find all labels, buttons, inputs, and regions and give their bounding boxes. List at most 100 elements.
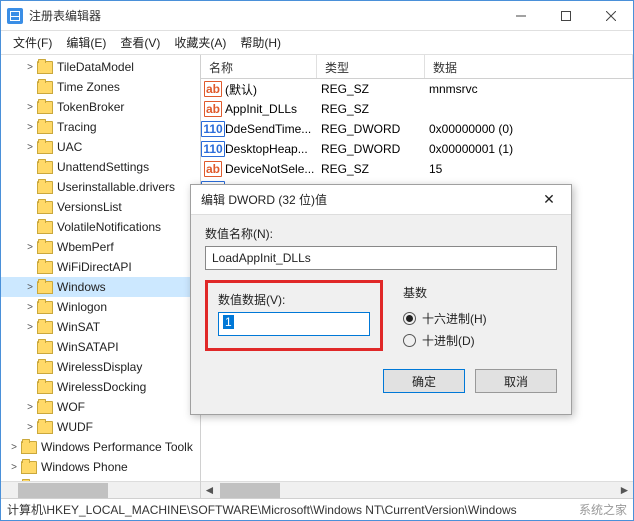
maximize-button[interactable]	[543, 1, 588, 30]
tree-item[interactable]: >Tracing	[1, 117, 200, 137]
radio-dec[interactable]: 十进制(D)	[403, 329, 487, 351]
tree-hscrollbar[interactable]	[1, 481, 200, 498]
menu-edit[interactable]: 编辑(E)	[60, 32, 112, 53]
col-name[interactable]: 名称	[201, 55, 317, 78]
tree-item-label: WOF	[57, 400, 85, 414]
dialog-close-button[interactable]: ✕	[537, 191, 561, 208]
value-data-input[interactable]: 1	[218, 312, 370, 336]
value-type: REG_DWORD	[317, 122, 425, 136]
folder-icon	[37, 401, 53, 414]
value-type: REG_SZ	[317, 162, 425, 176]
tree-item[interactable]: Userinstallable.drivers	[1, 177, 200, 197]
tree-item-label: UnattendSettings	[57, 160, 149, 174]
folder-icon	[37, 241, 53, 254]
expander-icon[interactable]: >	[23, 322, 37, 333]
value-type: REG_SZ	[317, 102, 425, 116]
cancel-button[interactable]: 取消	[475, 369, 557, 393]
value-row[interactable]: 110 DdeSendTime... REG_DWORD0x00000000 (0)	[201, 119, 633, 139]
tree-item-label: VersionsList	[57, 200, 122, 214]
list-hscrollbar[interactable]: ◄ ►	[201, 481, 633, 498]
expander-icon[interactable]: >	[23, 402, 37, 413]
tree-item[interactable]: > WOF	[1, 397, 200, 417]
tree-item[interactable]: >WinSAT	[1, 317, 200, 337]
reg-sz-icon: ab	[205, 101, 221, 117]
tree-pane[interactable]: > TileDataModel Time Zones>TokenBroker>Tra…	[1, 55, 201, 498]
expander-icon[interactable]: >	[7, 462, 21, 473]
tree-item[interactable]: WiFiDirectAPI	[1, 257, 200, 277]
expander-icon[interactable]: >	[23, 62, 37, 73]
menu-view[interactable]: 查看(V)	[114, 32, 166, 53]
menubar: 文件(F) 编辑(E) 查看(V) 收藏夹(A) 帮助(H)	[1, 31, 633, 55]
value-row[interactable]: ab AppInit_DLLs REG_SZ	[201, 99, 633, 119]
menu-help[interactable]: 帮助(H)	[234, 32, 287, 53]
scroll-left-icon[interactable]: ◄	[201, 483, 218, 497]
tree-item[interactable]: > Windows Performance Toolk	[1, 437, 200, 457]
value-data: mnmsrvc	[425, 82, 633, 96]
tree-item[interactable]: WirelessDocking	[1, 377, 200, 397]
expander-icon[interactable]: >	[7, 442, 21, 453]
value-name: DdeSendTime...	[225, 122, 311, 136]
radio-hex[interactable]: 十六进制(H)	[403, 307, 487, 329]
tree-item[interactable]: WinSATAPI	[1, 337, 200, 357]
folder-icon	[37, 321, 53, 334]
value-row[interactable]: ab(默认)REG_SZmnmsrvc	[201, 79, 633, 99]
reg-dw-icon: 110	[205, 121, 221, 137]
tree-item[interactable]: >Winlogon	[1, 297, 200, 317]
tree-item[interactable]: Time Zones	[1, 77, 200, 97]
tree-item-label: TileDataModel	[57, 60, 134, 74]
tree-item[interactable]: VersionsList	[1, 197, 200, 217]
window-title: 注册表编辑器	[29, 7, 498, 24]
folder-icon	[37, 101, 53, 114]
folder-icon	[37, 281, 53, 294]
folder-icon	[37, 161, 53, 174]
tree-item[interactable]: WirelessDisplay	[1, 357, 200, 377]
tree-item[interactable]: UnattendSettings	[1, 157, 200, 177]
tree-item[interactable]: >Windows	[1, 277, 200, 297]
col-type[interactable]: 类型	[317, 55, 425, 78]
folder-icon	[37, 361, 53, 374]
base-label: 基数	[403, 284, 487, 301]
expander-icon[interactable]: >	[23, 282, 37, 293]
value-row[interactable]: abDeviceNotSele...REG_SZ15	[201, 159, 633, 179]
col-data[interactable]: 数据	[425, 55, 633, 78]
value-type: REG_SZ	[317, 82, 425, 96]
expander-icon[interactable]: >	[23, 122, 37, 133]
titlebar[interactable]: 注册表编辑器	[1, 1, 633, 31]
tree-item[interactable]: >TokenBroker	[1, 97, 200, 117]
folder-icon	[21, 481, 37, 482]
expander-icon[interactable]: >	[23, 302, 37, 313]
folder-icon	[37, 261, 53, 274]
value-row[interactable]: 110DesktopHeap...REG_DWORD0x00000001 (1)	[201, 139, 633, 159]
watermark: 系统之家	[579, 501, 627, 518]
radio-dec-icon	[403, 334, 416, 347]
expander-icon[interactable]: >	[23, 242, 37, 253]
tree-item-label: Windows Performance Toolk	[41, 440, 193, 454]
tree-item[interactable]: VolatileNotifications	[1, 217, 200, 237]
tree-item[interactable]: > TileDataModel	[1, 57, 200, 77]
tree-item[interactable]: >UAC	[1, 137, 200, 157]
value-name: DesktopHeap...	[225, 142, 308, 156]
tree-item[interactable]: >Windows Phone	[1, 457, 200, 477]
scroll-right-icon[interactable]: ►	[616, 483, 633, 497]
scroll-thumb[interactable]	[220, 483, 280, 498]
reg-sz-icon: ab	[205, 161, 221, 177]
value-data: 0x00000000 (0)	[425, 122, 633, 136]
minimize-button[interactable]	[498, 1, 543, 30]
radio-hex-icon	[403, 312, 416, 325]
menu-favorites[interactable]: 收藏夹(A)	[168, 32, 232, 53]
tree-item[interactable]: >WbemPerf	[1, 237, 200, 257]
dialog-titlebar[interactable]: 编辑 DWORD (32 位)值 ✕	[191, 185, 571, 215]
tree-item-label: WinSATAPI	[57, 340, 119, 354]
ok-button[interactable]: 确定	[383, 369, 465, 393]
tree-item[interactable]: >WUDF	[1, 417, 200, 437]
value-type: REG_DWORD	[317, 142, 425, 156]
expander-icon[interactable]: >	[23, 422, 37, 433]
value-name-input[interactable]	[205, 246, 557, 270]
value-name: AppInit_DLLs	[225, 102, 297, 116]
menu-file[interactable]: 文件(F)	[7, 32, 58, 53]
scroll-thumb[interactable]	[18, 483, 108, 498]
expander-icon[interactable]: >	[23, 102, 37, 113]
close-button[interactable]	[588, 1, 633, 30]
expander-icon[interactable]: >	[23, 142, 37, 153]
tree-item-label: Userinstallable.drivers	[57, 180, 175, 194]
